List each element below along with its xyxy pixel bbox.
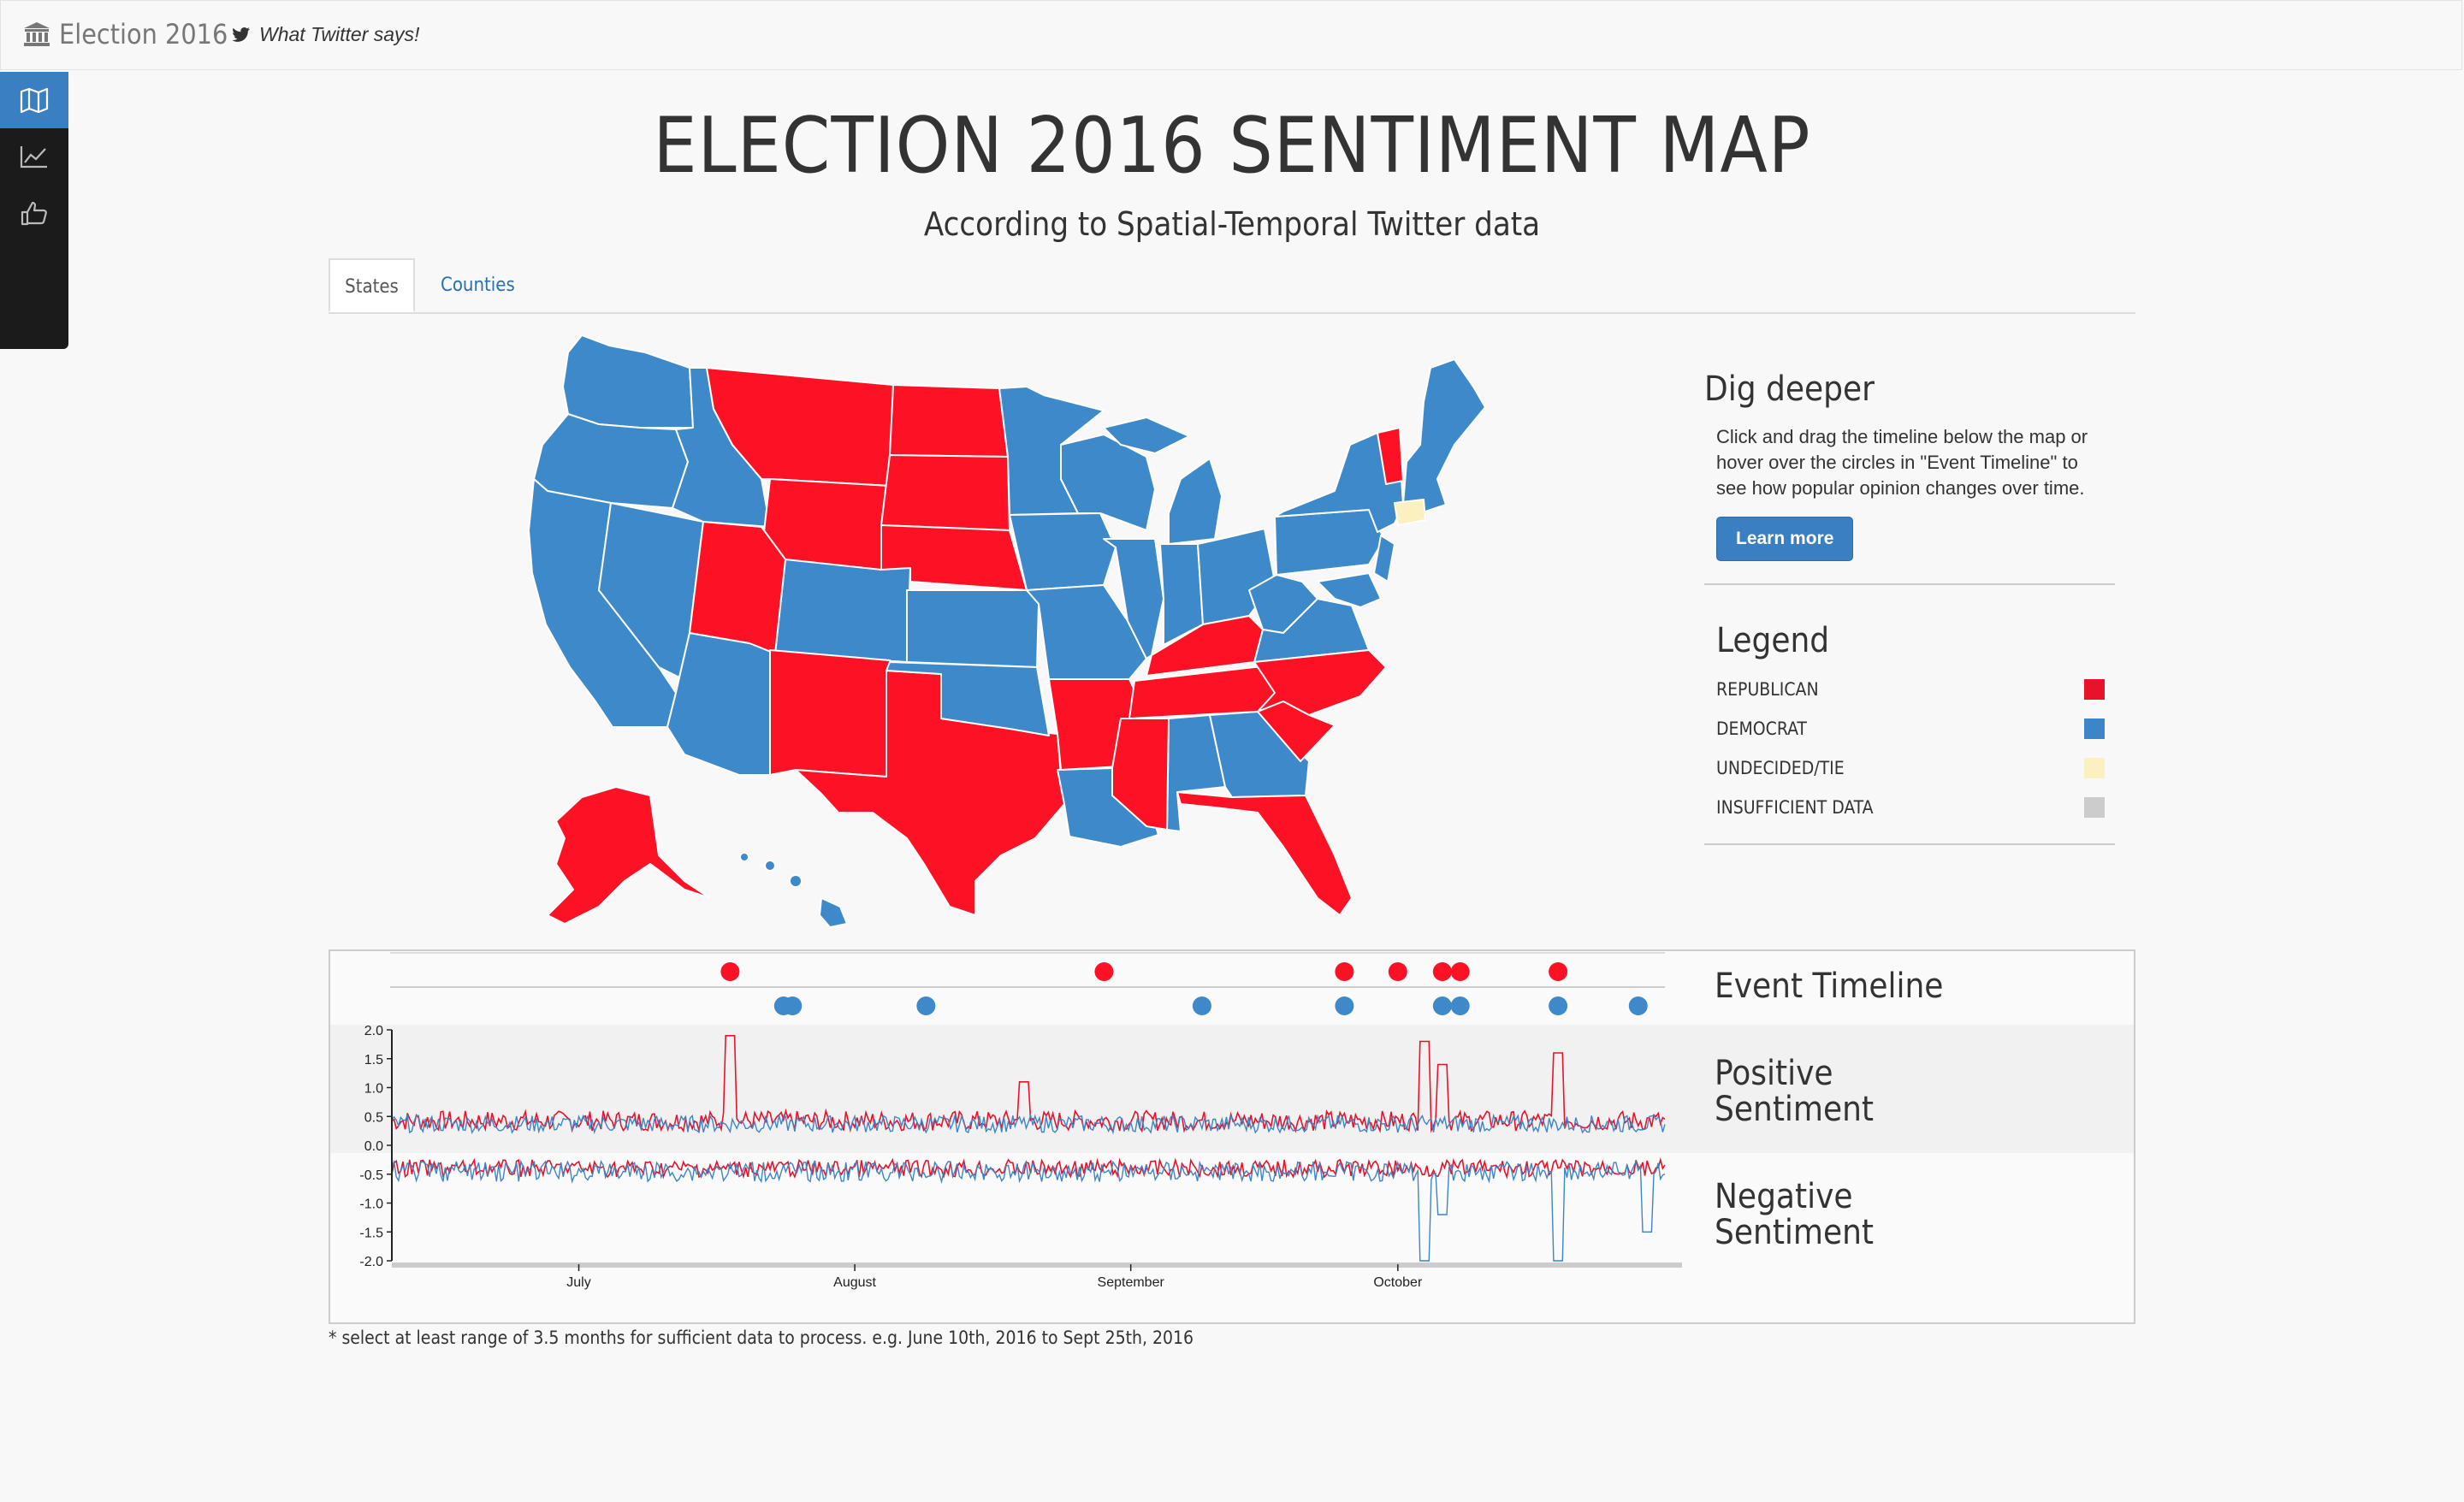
- state-colorado[interactable]: [774, 559, 911, 663]
- tab-states[interactable]: States: [329, 258, 415, 312]
- republican-event-marker: [1549, 962, 1568, 981]
- navbar: Election 2016 What Twitter says!: [0, 0, 2462, 70]
- dig-deeper-panel: Dig deeper Click and drag the timeline b…: [1704, 370, 2115, 561]
- republican-event-marker: [1388, 962, 1407, 981]
- state-new-mexico[interactable]: [769, 649, 891, 778]
- state-hawaii-1[interactable]: [739, 852, 749, 862]
- tab-bar: States Counties: [329, 258, 2135, 314]
- timeline-note: * select at least range of 3.5 months fo…: [329, 1328, 1194, 1348]
- state-alaska[interactable]: [547, 786, 711, 925]
- legend-item-democrat: DEMOCRAT: [1716, 707, 2115, 746]
- y-tick-label: 1.0: [364, 1082, 383, 1097]
- page-title: ELECTION 2016 SENTIMENT MAP: [653, 101, 1811, 191]
- brand-link[interactable]: Election 2016: [23, 18, 228, 50]
- dig-deeper-text: Click and drag the timeline below the ma…: [1716, 426, 2088, 499]
- legend-label: UNDECIDED/TIE: [1716, 758, 1845, 778]
- y-tick-label: 1.5: [364, 1053, 383, 1067]
- us-state-map[interactable]: [513, 325, 1489, 941]
- brand-text: Election 2016: [59, 18, 228, 50]
- democrat-negative-line: [391, 1159, 1666, 1262]
- y-tick-label: 0.0: [364, 1139, 383, 1154]
- state-kansas[interactable]: [906, 589, 1040, 668]
- legend-title: Legend: [1716, 621, 1830, 660]
- negative-sentiment-label: Negative Sentiment: [1715, 1177, 1875, 1252]
- state-pennsylvania[interactable]: [1274, 509, 1385, 576]
- state-washington[interactable]: [562, 334, 694, 429]
- y-tick-label: 0.5: [364, 1110, 383, 1125]
- democrat-event-marker: [1549, 996, 1568, 1015]
- y-tick-label: -2.0: [359, 1255, 383, 1269]
- y-tick-label: -0.5: [359, 1168, 383, 1183]
- state-north-dakota[interactable]: [889, 384, 1009, 458]
- state-florida[interactable]: [1176, 791, 1353, 916]
- democrat-event-marker: [1450, 996, 1470, 1015]
- twitter-link[interactable]: What Twitter says!: [232, 23, 419, 46]
- x-tick-label: July: [566, 1275, 590, 1290]
- dig-deeper-title: Dig deeper: [1704, 370, 1875, 409]
- state-south-dakota[interactable]: [880, 454, 1010, 531]
- legend-panel: Legend REPUBLICAN DEMOCRAT UNDECIDED/TIE…: [1704, 621, 2115, 825]
- democrat-event-marker: [1192, 996, 1211, 1015]
- legend-swatch-democrat: [2084, 718, 2105, 739]
- page-subtitle: According to Spatial-Temporal Twitter da…: [923, 205, 1541, 243]
- divider: [1704, 843, 2115, 845]
- legend-label: DEMOCRAT: [1716, 718, 1807, 739]
- event-timeline-label: Event Timeline: [1715, 967, 1944, 1006]
- state-michigan[interactable]: [1168, 458, 1223, 545]
- legend-item-undecided: UNDECIDED/TIE: [1716, 746, 2115, 785]
- republican-event-marker: [1094, 962, 1114, 981]
- state-new-england[interactable]: [1402, 358, 1486, 514]
- legend-swatch-insufficient: [2084, 797, 2105, 818]
- x-tick-label: October: [1373, 1275, 1423, 1290]
- positive-sentiment-label: Positive Sentiment: [1715, 1054, 1875, 1129]
- legend-item-republican: REPUBLICAN: [1716, 667, 2115, 707]
- legend-swatch-undecided: [2084, 758, 2105, 778]
- twitter-link-text: What Twitter says!: [259, 23, 420, 45]
- republican-event-marker: [1432, 962, 1452, 981]
- democrat-event-marker: [1432, 996, 1452, 1015]
- state-hawaii-3[interactable]: [789, 874, 803, 888]
- divider: [1704, 583, 2115, 585]
- democrat-event-marker: [1628, 996, 1648, 1015]
- bank-icon: [24, 22, 50, 46]
- learn-more-button[interactable]: Learn more: [1716, 517, 1854, 561]
- legend-label: REPUBLICAN: [1716, 679, 1819, 700]
- y-tick-label: 2.0: [364, 1024, 383, 1038]
- x-tick-label: August: [833, 1275, 876, 1290]
- democrat-event-marker: [783, 996, 803, 1015]
- state-connecticut[interactable]: [1394, 499, 1426, 526]
- x-tick-label: September: [1098, 1275, 1165, 1290]
- republican-event-marker: [1450, 962, 1470, 981]
- y-tick-label: -1.5: [359, 1226, 383, 1240]
- legend-swatch-republican: [2084, 679, 2105, 700]
- republican-event-marker: [1335, 962, 1354, 981]
- democrat-event-marker: [1335, 996, 1354, 1015]
- republican-event-marker: [720, 962, 740, 981]
- tab-counties[interactable]: Counties: [441, 258, 515, 312]
- democrat-event-marker: [916, 996, 936, 1015]
- state-iowa[interactable]: [1009, 512, 1116, 591]
- state-hawaii-4[interactable]: [819, 897, 848, 928]
- y-tick-label: -1.0: [359, 1197, 383, 1212]
- legend-label: INSUFFICIENT DATA: [1716, 797, 1874, 818]
- legend-item-insufficient: INSUFFICIENT DATA: [1716, 785, 2115, 825]
- state-hawaii-2[interactable]: [764, 860, 776, 872]
- state-utah[interactable]: [689, 521, 786, 654]
- twitter-icon: [232, 27, 250, 42]
- x-axis-brush-track: [392, 1263, 1682, 1268]
- sentiment-timeline-chart[interactable]: 2.0 1.5 1.0 0.5 0.0 -0.5 -1.0 -1.5 -2.0 July Augus…: [330, 951, 2134, 1322]
